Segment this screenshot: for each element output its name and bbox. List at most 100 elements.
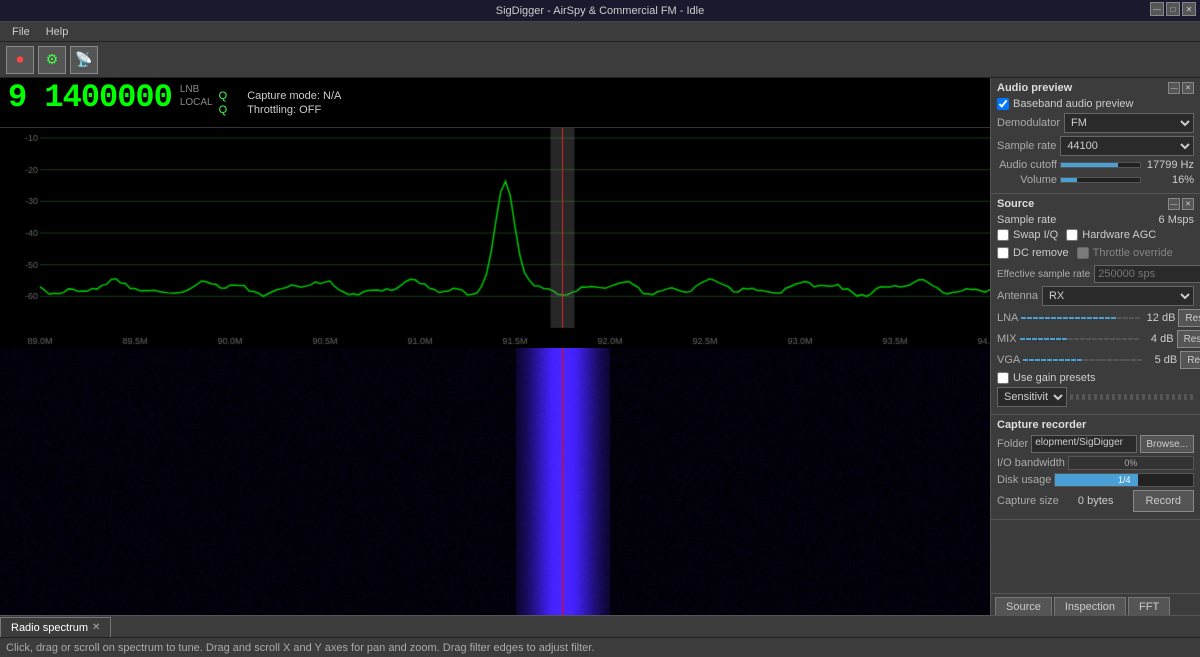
- status-bar: Click, drag or scroll on spectrum to tun…: [0, 637, 1200, 657]
- mix-reset-button[interactable]: Reset: [1177, 330, 1200, 348]
- spectrum-panel: 9 1400000 LNB LOCAL Q Q Capture mode: N/…: [0, 78, 990, 615]
- audio-preview-title: Audio preview: [997, 82, 1072, 94]
- source-min[interactable]: —: [1168, 198, 1180, 210]
- source-header: Source — ✕: [997, 198, 1194, 210]
- sample-rate-label: Sample rate: [997, 140, 1056, 152]
- capture-recorder-section: Capture recorder Folder elopment/SigDigg…: [991, 415, 1200, 520]
- swap-iq-checkbox[interactable]: [997, 229, 1009, 241]
- bottom-area: Radio spectrum ✕ Click, drag or scroll o…: [0, 615, 1200, 657]
- audio-preview-controls[interactable]: — ✕: [1168, 82, 1194, 94]
- sensitivity-select[interactable]: Sensitivity: [997, 387, 1067, 407]
- baseband-checkbox-row: Baseband audio preview: [997, 98, 1194, 110]
- demodulator-label: Demodulator: [997, 117, 1060, 129]
- record-button[interactable]: Record: [1133, 490, 1194, 512]
- folder-path[interactable]: elopment/SigDigger: [1031, 435, 1137, 453]
- source-sample-rate-label: Sample rate: [997, 214, 1056, 226]
- swap-iq-label[interactable]: Swap I/Q: [1013, 229, 1058, 241]
- audio-cutoff-value: 17799 Hz: [1144, 159, 1194, 171]
- close-button[interactable]: ✕: [1182, 2, 1196, 16]
- volume-row: Volume 16%: [997, 174, 1194, 186]
- dc-remove-label[interactable]: DC remove: [1013, 247, 1069, 259]
- disk-usage-bar: 1/4: [1054, 473, 1194, 487]
- right-panel: Audio preview — ✕ Baseband audio preview…: [990, 78, 1200, 615]
- volume-track[interactable]: [1060, 177, 1141, 183]
- q-label-1: Q: [219, 90, 228, 102]
- baseband-checkbox[interactable]: [997, 98, 1009, 110]
- waterfall-container[interactable]: [0, 348, 990, 615]
- folder-label: Folder: [997, 438, 1028, 450]
- tab-fft[interactable]: FFT: [1128, 597, 1170, 615]
- capture-size-label: Capture size: [997, 495, 1059, 507]
- source-controls[interactable]: — ✕: [1168, 198, 1194, 210]
- tab-source[interactable]: Source: [995, 597, 1052, 615]
- app-title: SigDigger - AirSpy & Commercial FM - Idl…: [496, 5, 704, 17]
- audio-preview-header: Audio preview — ✕: [997, 82, 1194, 94]
- menu-file[interactable]: File: [4, 25, 38, 39]
- tab-inspection[interactable]: Inspection: [1054, 597, 1126, 615]
- throttle-override-row: Throttle override: [1077, 247, 1173, 259]
- maximize-button[interactable]: □: [1166, 2, 1180, 16]
- source-sample-rate-value: 6 Msps: [1159, 214, 1194, 226]
- capture-recorder-title: Capture recorder: [997, 419, 1086, 431]
- io-bandwidth-label: I/O bandwidth: [997, 457, 1065, 469]
- dc-remove-checkbox[interactable]: [997, 247, 1009, 259]
- menu-bar: File Help: [0, 22, 1200, 42]
- gain-presets-label[interactable]: Use gain presets: [1013, 372, 1096, 384]
- swap-iq-row: Swap I/Q: [997, 229, 1058, 241]
- frequency-bar: 9 1400000 LNB LOCAL Q Q Capture mode: N/…: [0, 78, 990, 128]
- antenna-row: Antenna RXTX: [997, 286, 1194, 306]
- settings-toolbar-button[interactable]: ⚙: [38, 46, 66, 74]
- q-label-2: Q: [219, 104, 228, 116]
- throttle-override-checkbox[interactable]: [1077, 247, 1089, 259]
- capture-size-value: 0 bytes: [1078, 495, 1113, 507]
- vga-label: VGA: [997, 354, 1020, 366]
- radio-spectrum-tab-close[interactable]: ✕: [92, 622, 100, 633]
- status-text: Click, drag or scroll on spectrum to tun…: [6, 642, 594, 654]
- lna-reset-button[interactable]: Reset: [1178, 309, 1200, 327]
- frequency-display[interactable]: 9 1400000: [8, 82, 172, 114]
- spectrum-canvas[interactable]: [0, 128, 990, 348]
- vga-dots[interactable]: [1023, 359, 1142, 361]
- gain-presets-checkbox-row: Use gain presets: [997, 372, 1194, 384]
- audio-cutoff-track[interactable]: [1060, 162, 1141, 168]
- menu-help[interactable]: Help: [38, 25, 77, 39]
- main-content: 9 1400000 LNB LOCAL Q Q Capture mode: N/…: [0, 78, 1200, 615]
- radio-spectrum-tab[interactable]: Radio spectrum ✕: [0, 617, 111, 637]
- io-bandwidth-value: 0%: [1124, 458, 1137, 468]
- antenna-select[interactable]: RXTX: [1042, 286, 1194, 306]
- capture-recorder-header: Capture recorder: [997, 419, 1194, 431]
- audio-preview-min[interactable]: —: [1168, 82, 1180, 94]
- source-toolbar-button[interactable]: 📡: [70, 46, 98, 74]
- record-toolbar-button[interactable]: ⏺: [6, 46, 34, 74]
- vga-reset-button[interactable]: Reset: [1180, 351, 1200, 369]
- browse-button[interactable]: Browse...: [1140, 435, 1194, 453]
- lna-dots[interactable]: [1021, 317, 1140, 319]
- hardware-agc-checkbox[interactable]: [1066, 229, 1078, 241]
- capture-info: Capture mode: N/A Throttling: OFF: [247, 90, 341, 116]
- demodulator-select[interactable]: FMAMUSBLSB: [1064, 113, 1194, 133]
- right-spacer: [991, 520, 1200, 593]
- source-close[interactable]: ✕: [1182, 198, 1194, 210]
- dc-remove-row: DC remove: [997, 247, 1069, 259]
- io-bandwidth-bar: 0%: [1068, 456, 1194, 470]
- sample-rate-select[interactable]: 441004800096000: [1060, 136, 1194, 156]
- window-controls[interactable]: — □ ✕: [1150, 2, 1196, 16]
- io-bandwidth-row: I/O bandwidth 0%: [997, 456, 1194, 470]
- audio-preview-close[interactable]: ✕: [1182, 82, 1194, 94]
- waterfall-canvas[interactable]: [0, 348, 990, 615]
- baseband-label[interactable]: Baseband audio preview: [1013, 98, 1133, 110]
- minimize-button[interactable]: —: [1150, 2, 1164, 16]
- audio-cutoff-label: Audio cutoff: [997, 159, 1057, 171]
- mix-dots[interactable]: [1020, 338, 1139, 340]
- hardware-agc-label[interactable]: Hardware AGC: [1082, 229, 1156, 241]
- sample-rate-row: Sample rate 441004800096000: [997, 136, 1194, 156]
- bottom-tabs: Radio spectrum ✕: [0, 615, 1200, 637]
- bottom-right-tabs: Source Inspection FFT: [991, 593, 1200, 615]
- spectrum-container[interactable]: [0, 128, 990, 348]
- gain-presets-checkbox[interactable]: [997, 372, 1009, 384]
- audio-cutoff-row: Audio cutoff 17799 Hz: [997, 159, 1194, 171]
- effective-sample-rate-label: Effective sample rate: [997, 269, 1090, 280]
- effective-sample-rate-input[interactable]: [1094, 265, 1200, 283]
- volume-value: 16%: [1144, 174, 1194, 186]
- disk-usage-row: Disk usage 1/4: [997, 473, 1194, 487]
